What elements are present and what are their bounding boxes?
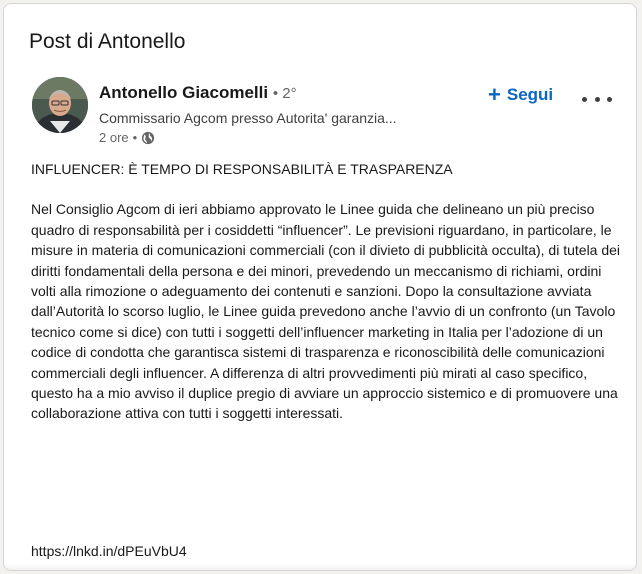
avatar-photo [32,77,88,133]
post-meta: 2 ore • [99,130,155,145]
more-options-icon-dot [594,96,600,102]
meta-separator: • [132,130,138,145]
follow-label: Segui [506,85,554,104]
card-title: Post di Antonello [29,30,186,53]
post-heading: INFLUENCER: È TEMPO DI RESPONSABILITÀ E … [31,161,453,177]
author-name[interactable]: Antonello Giacomelli [99,83,268,102]
avatar[interactable] [32,77,88,133]
post-link[interactable]: https://lnkd.in/dPEuVbU4 [31,543,187,559]
follow-button[interactable]: + Segui [488,82,554,107]
post-body: Nel Consiglio Agcom di ieri abbiamo appr… [31,201,621,422]
more-options-icon [582,96,587,102]
post-card: Post di Antonello Antonello Giacomelli •… [3,3,637,571]
post-text: INFLUENCER: È TEMPO DI RESPONSABILITÀ E … [31,159,626,424]
plus-icon: + [488,82,501,107]
post-time: 2 ore [99,130,129,145]
card-bottom-fade [4,564,636,570]
globe-icon [142,131,155,144]
connection-degree: • 2° [272,85,297,102]
more-options-icon-dot [607,96,612,102]
more-options-button[interactable] [582,90,612,108]
author-headline: Commissario Agcom presso Autorita' garan… [99,110,397,126]
author-name-line[interactable]: Antonello Giacomelli • 2° [99,83,297,103]
